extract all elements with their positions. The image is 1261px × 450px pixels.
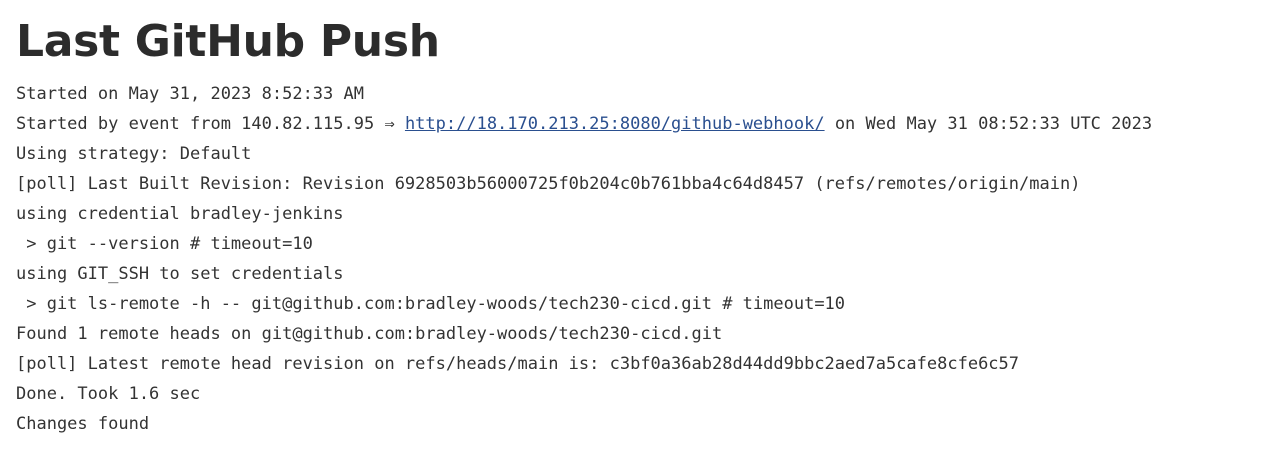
console-line-started-on: Started on May 31, 2023 8:52:33 AM [16,84,364,104]
console-line-done: Done. Took 1.6 sec [16,384,201,404]
console-line-latest-head: [poll] Latest remote head revision on re… [16,354,1020,374]
console-line-git-version: > git --version # timeout=10 [16,234,313,254]
console-output: Started on May 31, 2023 8:52:33 AM Starte… [16,71,1261,439]
console-line-git-ssh: using GIT_SSH to set credentials [16,264,344,284]
webhook-link[interactable]: http://18.170.213.25:8080/github-webhook… [405,114,825,134]
console-line-credential: using credential bradley-jenkins [16,204,344,224]
started-by-prefix: Started by event from 140.82.115.95 ⇒ [16,114,405,134]
console-line-changes: Changes found [16,414,150,434]
page-title: Last GitHub Push [16,16,440,67]
console-line-started-by: Started by event from 140.82.115.95 ⇒ ht… [16,109,1261,139]
console-line-last-built: [poll] Last Built Revision: Revision 692… [16,174,1081,194]
console-line-found-heads: Found 1 remote heads on git@github.com:b… [16,324,723,344]
console-line-strategy: Using strategy: Default [16,144,252,164]
page: Last GitHub Push Started on May 31, 2023… [16,0,1261,439]
started-by-suffix: on Wed May 31 08:52:33 UTC 2023 [824,114,1153,134]
console-line-ls-remote: > git ls-remote -h -- git@github.com:bra… [16,294,846,314]
